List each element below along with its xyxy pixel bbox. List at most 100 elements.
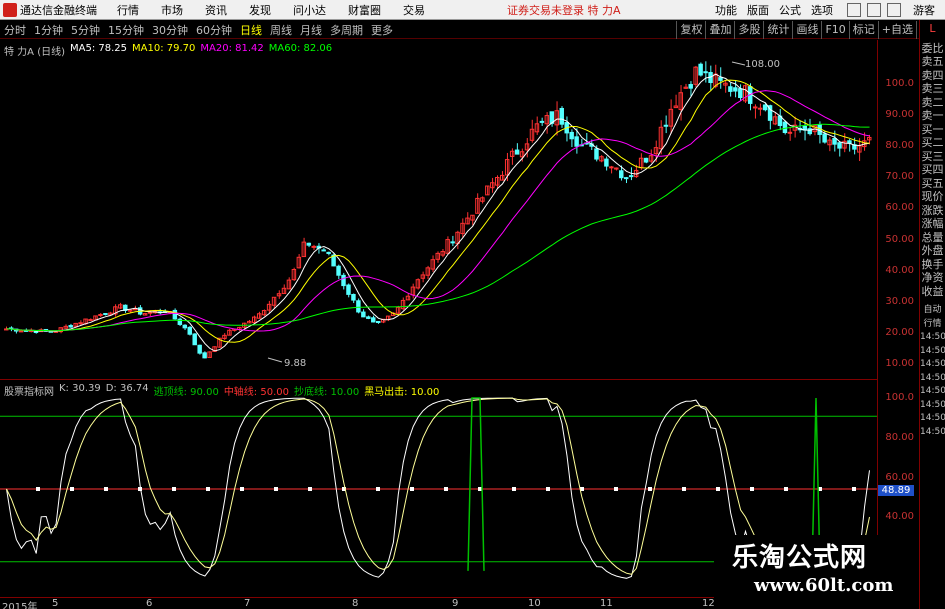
candle-body [450, 241, 455, 244]
menu-item-news[interactable]: 资讯 [205, 2, 227, 18]
candle-body [688, 84, 693, 89]
mid-marker [36, 487, 40, 491]
mid-marker [410, 487, 414, 491]
side-label: 涨跌 [921, 203, 944, 217]
login-notice[interactable]: 证券交易未登录 特 力A [507, 2, 621, 18]
side-label: 卖四 [921, 68, 944, 82]
side-label: 总量 [921, 230, 944, 244]
mid-marker [308, 487, 312, 491]
candle-body [782, 121, 788, 134]
candle-body [366, 316, 371, 319]
candle-body [147, 311, 153, 314]
candle-body [192, 333, 197, 346]
close-icon[interactable] [887, 3, 901, 17]
tool-overlay[interactable]: 叠加 [705, 21, 734, 39]
tab-5min[interactable]: 5分钟 [71, 22, 100, 38]
candle-body [624, 177, 629, 180]
menu-item-formula[interactable]: 公式 [779, 2, 801, 18]
guest-label[interactable]: 游客 [913, 2, 935, 18]
tab-intraday[interactable]: 分时 [4, 22, 26, 38]
window-buttons [847, 3, 907, 17]
side-label: 涨幅 [921, 217, 944, 230]
candle-body [733, 87, 738, 92]
candle-body [703, 71, 708, 74]
tab-daily[interactable]: 日线 [240, 22, 262, 38]
candle-body [569, 131, 574, 140]
ma10-label: MA10: 79.70 [132, 43, 196, 54]
candle-body [663, 124, 669, 127]
menu-item-discover[interactable]: 发现 [249, 2, 271, 18]
price-tick: 90.00 [885, 109, 914, 120]
price-chart-panel[interactable]: 特 力A (日线) MA5: 78.25 MA10: 79.70 MA20: 8… [0, 40, 877, 378]
candle-body [832, 138, 837, 145]
menu-item-function[interactable]: 功能 [715, 2, 737, 18]
k-value: K: 30.39 [59, 383, 101, 394]
menu-item-ask[interactable]: 问小达 [293, 2, 326, 18]
candle-body [182, 324, 188, 329]
candlestick-chart[interactable] [0, 40, 877, 378]
tool-f10[interactable]: F10 [821, 21, 848, 39]
top-line-value: 逃顶线: 90.00 [153, 387, 219, 398]
side-label: 换手 [921, 257, 944, 271]
tab-monthly[interactable]: 月线 [300, 22, 322, 38]
candle-body [356, 300, 361, 313]
tool-mark[interactable]: 标记 [848, 21, 878, 39]
tab-60min[interactable]: 60分钟 [196, 22, 232, 38]
candle-body [514, 149, 520, 155]
date-tick: 12 [702, 598, 715, 609]
tool-draw[interactable]: 画线 [792, 21, 821, 39]
tool-adjust[interactable]: 复权 [676, 21, 705, 39]
candle-body [103, 313, 108, 316]
side-label: 卖三 [921, 82, 944, 95]
tool-add-watchlist[interactable]: +自选 [877, 21, 916, 39]
candle-body [187, 326, 192, 335]
candle-body [336, 265, 341, 276]
candle-body [643, 157, 649, 163]
mid-marker [104, 487, 108, 491]
side-label: 现价 [921, 190, 944, 203]
candle-body [762, 104, 768, 111]
candle-body [738, 88, 743, 99]
title-bar-right: 功能 版面 公式 选项 游客 [715, 0, 945, 20]
candle-body [752, 106, 758, 109]
tab-multi-period[interactable]: 多周期 [330, 22, 363, 38]
mid-marker [750, 487, 754, 491]
tool-multi-stock[interactable]: 多股 [734, 21, 763, 39]
menu-item-layout[interactable]: 版面 [747, 2, 769, 18]
mid-marker [852, 487, 856, 491]
mid-line-value: 中轴线: 50.00 [223, 387, 289, 398]
price-tick: 70.00 [885, 171, 914, 182]
side-label: 买一 [921, 122, 944, 136]
tool-stats[interactable]: 统计 [763, 21, 792, 39]
side-label: 买四 [921, 163, 944, 176]
side-label: 卖一 [921, 109, 944, 122]
maximize-icon[interactable] [867, 3, 881, 17]
low-pointer [267, 357, 283, 363]
ma60-line [6, 123, 870, 332]
menu-item-wealth[interactable]: 财富圈 [348, 2, 381, 18]
candle-body [98, 313, 103, 316]
price-tick: 30.00 [885, 296, 914, 307]
candle-body [698, 63, 703, 76]
tab-1min[interactable]: 1分钟 [34, 22, 63, 38]
tab-15min[interactable]: 15分钟 [108, 22, 144, 38]
candle-body [326, 251, 331, 254]
side-label: 净资 [921, 271, 944, 284]
candle-body [837, 142, 842, 149]
tab-weekly[interactable]: 周线 [270, 22, 292, 38]
menu-item-quotes[interactable]: 行情 [117, 2, 139, 18]
indicator-legend: 股票指标网 K: 30.39 D: 36.74 逃顶线: 90.00 中轴线: … [4, 383, 444, 398]
candle-body [78, 322, 83, 325]
mid-marker [376, 487, 380, 491]
side-label: 收益 [921, 284, 944, 298]
minimize-icon[interactable] [847, 3, 861, 17]
date-tick: 6 [146, 598, 153, 609]
tab-more[interactable]: 更多 [371, 22, 393, 38]
menu-item-trade[interactable]: 交易 [403, 2, 425, 18]
date-tick: 7 [244, 598, 251, 609]
side-time-label: 14:50 [920, 399, 945, 410]
tab-30min[interactable]: 30分钟 [152, 22, 188, 38]
menu-item-options[interactable]: 选项 [811, 2, 833, 18]
menu-item-market[interactable]: 市场 [161, 2, 183, 18]
date-tick: 2015年 [2, 602, 38, 609]
